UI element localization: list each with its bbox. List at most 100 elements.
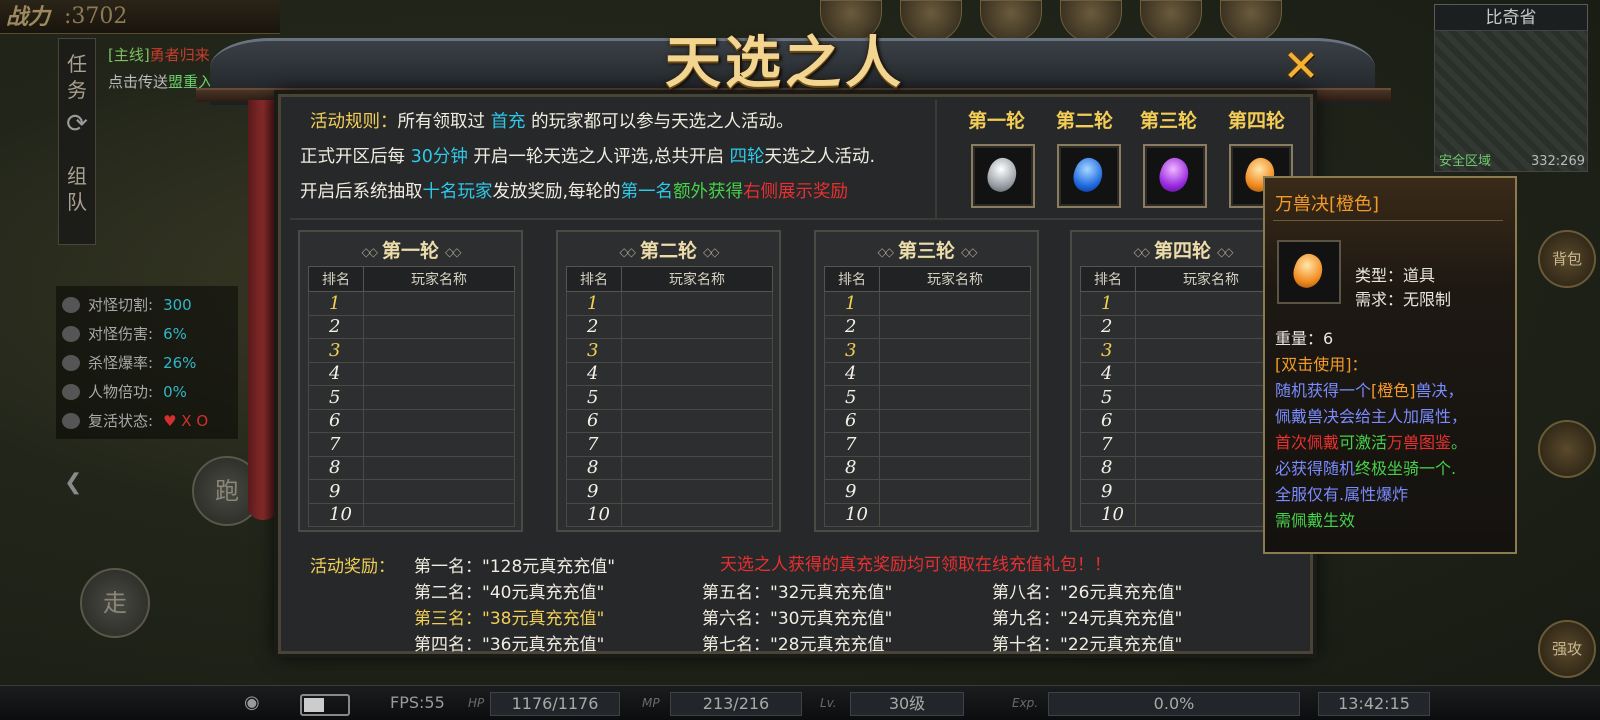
side-tabs: 任务 ⟳ 组队 [58,38,96,245]
rule-line: 正式开区后每 30分钟 开启一轮天选之人评选,总共开启 四轮天选之人活动. [300,143,875,168]
table-row: 5 [566,385,773,410]
tab-task[interactable]: 任务 [59,51,95,111]
skill-button[interactable] [1538,420,1596,478]
reward-item: 第三名："38元真充充值" [414,609,605,629]
table-row: 3 [824,338,1031,363]
round-1-reward-slot[interactable] [971,144,1035,208]
player-name [879,479,1031,504]
col-rank: 排名 [566,266,622,292]
ranking-table: 排名 玩家名称 1 2 3 4 5 6 7 8 9 10 [566,266,773,527]
activity-rules: 活动规则：所有领取过 首充 的玩家都可以参与天选之人活动。 正式开区后每 30分… [300,104,940,220]
rank-number: 9 [566,479,622,504]
divider [935,100,937,218]
ranking-table: 排名 玩家名称 1 2 3 4 5 6 7 8 9 10 [824,266,1031,527]
table-row: 9 [1080,479,1287,504]
item-icon-slot [1277,240,1341,304]
close-button[interactable]: ✕ [1278,44,1324,90]
rule-line: 开启后系统抽取十名玩家发放奖励,每轮的第一名额外获得右侧展示奖励 [300,178,848,203]
table-row: 5 [308,385,515,410]
combat-power-value: 3702 [71,4,128,29]
activity-icon[interactable] [980,0,1042,42]
player-name [879,432,1031,457]
hp-tag: HP [468,696,485,710]
rule-text: 发放奖励,每轮的 [492,182,621,202]
rank-number: 10 [308,502,364,527]
clock: 13:42:15 [1318,692,1430,716]
rank-number: 6 [1080,408,1136,433]
exp-bar: 0.0% [1048,692,1300,716]
reward-item: 第一名："128元真充充值" [414,557,616,577]
rule-highlight: 第一名 [620,182,674,202]
bag-button[interactable]: 背包 [1538,230,1596,288]
player-name [363,291,515,316]
collapse-arrow-icon[interactable]: ❮ [64,470,82,495]
ranking-title: 第一轮 [300,236,521,263]
rank-number: 7 [308,432,364,457]
col-rank: 排名 [824,266,880,292]
rank-number: 5 [1080,385,1136,410]
table-row: 4 [824,361,1031,386]
minimap[interactable]: 安全区域 332:269 [1434,30,1588,172]
table-row: 3 [1080,338,1287,363]
round-4-ranking: 第四轮 排名玩家名称 1 2 3 4 5 6 7 8 9 10 [1070,230,1295,532]
stat-value: ♥ X O [163,411,209,430]
reward-item: 第二名："40元真充充值" [414,583,605,603]
reward-item: 第七名："28元真充充值" [702,635,893,655]
refresh-icon[interactable]: ⟳ [59,111,95,151]
activity-rewards: 活动奖励： 第一名："128元真充充值" 天选之人获得的真充奖励均可领取在线充值… [290,540,1300,655]
exp-tag: Exp. [1012,696,1039,710]
stat-label: 对怪切割: [88,296,154,314]
rule-highlight: 30分钟 [410,147,468,167]
round-2-reward-slot[interactable] [1057,144,1121,208]
table-row: 9 [824,479,1031,504]
round-2-label: 第二轮 [1056,110,1114,132]
table-row: 1 [824,291,1031,316]
round-1-ranking: 第一轮 排名玩家名称 1 2 3 4 5 6 7 8 9 10 [298,230,523,532]
activity-icon[interactable] [1060,0,1122,42]
desc-line: 随机获得一个[橙色]兽决， [1275,381,1464,400]
round-3-reward-slot[interactable] [1143,144,1207,208]
walk-button[interactable]: 走 [80,568,150,638]
player-name [363,408,515,433]
mp-value: 213/216 [670,692,802,716]
stat-row: 复活状态: ♥ X O [62,406,232,435]
table-row: 1 [308,291,515,316]
table-row: 4 [566,361,773,386]
item-tooltip: 万兽决[橙色] 类型：道具 需求：无限制 重量：6 [双击使用]： 随机获得一个… [1263,176,1517,554]
item-name: 万兽决 [1275,194,1329,215]
rank-number: 9 [308,479,364,504]
table-row: 7 [824,432,1031,457]
hp-value: 1176/1176 [490,692,620,716]
player-name [621,479,773,504]
combat-power: 战力:3702 [0,0,280,34]
table-row: 7 [308,432,515,457]
tab-team[interactable]: 组队 [59,163,95,223]
stat-label: 人物倍功: [88,383,154,401]
rewards-notice: 天选之人获得的真充奖励均可领取在线充值礼包！！ [720,555,1111,575]
rank-number: 7 [1080,432,1136,457]
rank-number: 3 [308,338,364,363]
rank-number: 7 [824,432,880,457]
desc-line: 佩戴兽决会给主人加属性， [1275,407,1468,426]
rank-number: 6 [308,408,364,433]
rank-number: 2 [824,314,880,339]
quest-action: 点击传送 [108,73,169,91]
sword-icon [62,296,80,313]
round-2-ranking: 第二轮 排名玩家名称 1 2 3 4 5 6 7 8 9 10 [556,230,781,532]
table-row: 10 [824,502,1031,527]
rank-number: 10 [824,502,880,527]
table-row: 6 [566,408,773,433]
table-row: 4 [1080,361,1287,386]
rank-number: 3 [566,338,622,363]
activity-icon[interactable] [1220,0,1282,42]
rank-number: 8 [566,455,622,480]
round-3-label: 第三轮 [1140,110,1198,132]
rank-number: 9 [1080,479,1136,504]
level-value: 30级 [850,692,964,716]
rule-highlight: 十名玩家 [422,182,493,202]
activity-icon[interactable] [1140,0,1202,42]
round-3-ranking: 第三轮 排名玩家名称 1 2 3 4 5 6 7 8 9 10 [814,230,1039,532]
attack-button[interactable]: 强攻 [1538,620,1596,678]
player-name [879,408,1031,433]
player-name [879,385,1031,410]
